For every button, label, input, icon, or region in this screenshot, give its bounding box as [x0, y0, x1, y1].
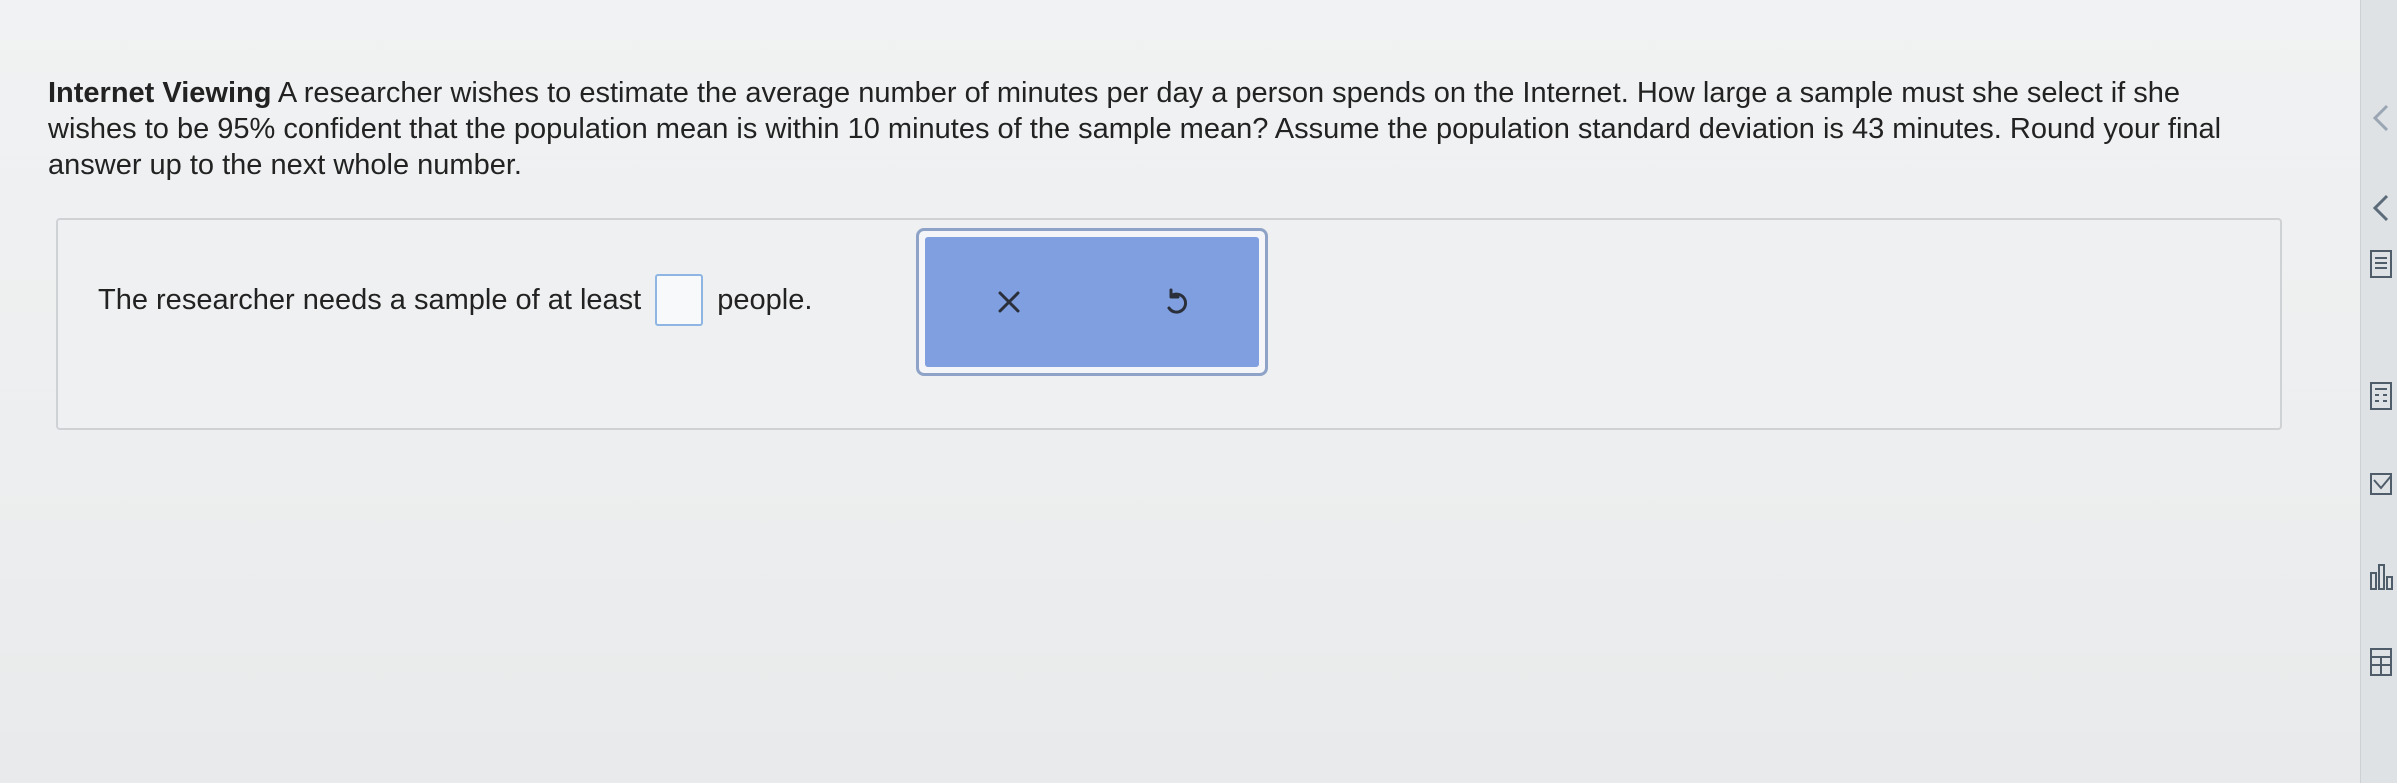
question-body: A researcher wishes to estimate the aver…: [48, 77, 2222, 181]
document-icon[interactable]: [2369, 246, 2397, 282]
chevron-left-icon[interactable]: [2369, 190, 2397, 226]
table-icon[interactable]: [2369, 644, 2397, 680]
right-toolbar: [2360, 0, 2397, 783]
calculator-icon[interactable]: [2369, 378, 2397, 414]
undo-button[interactable]: [1146, 272, 1206, 332]
question-page: Internet Viewing A researcher wishes to …: [0, 0, 2360, 783]
chevron-left-icon[interactable]: [2369, 100, 2397, 136]
chart-icon[interactable]: [2369, 558, 2397, 594]
question-title: Internet Viewing: [48, 77, 272, 109]
checkbox-icon[interactable]: [2369, 466, 2397, 502]
answer-line: The researcher needs a sample of at leas…: [98, 274, 812, 326]
answer-suffix: people.: [717, 283, 813, 316]
answer-prefix: The researcher needs a sample of at leas…: [98, 283, 642, 316]
action-bar: [925, 237, 1259, 367]
action-panel: [916, 228, 1268, 376]
clear-button[interactable]: [979, 272, 1039, 332]
answer-input[interactable]: [655, 274, 704, 326]
undo-icon: [1167, 288, 1187, 314]
close-icon: [998, 291, 1019, 313]
question-text: Internet Viewing A researcher wishes to …: [48, 75, 2268, 183]
